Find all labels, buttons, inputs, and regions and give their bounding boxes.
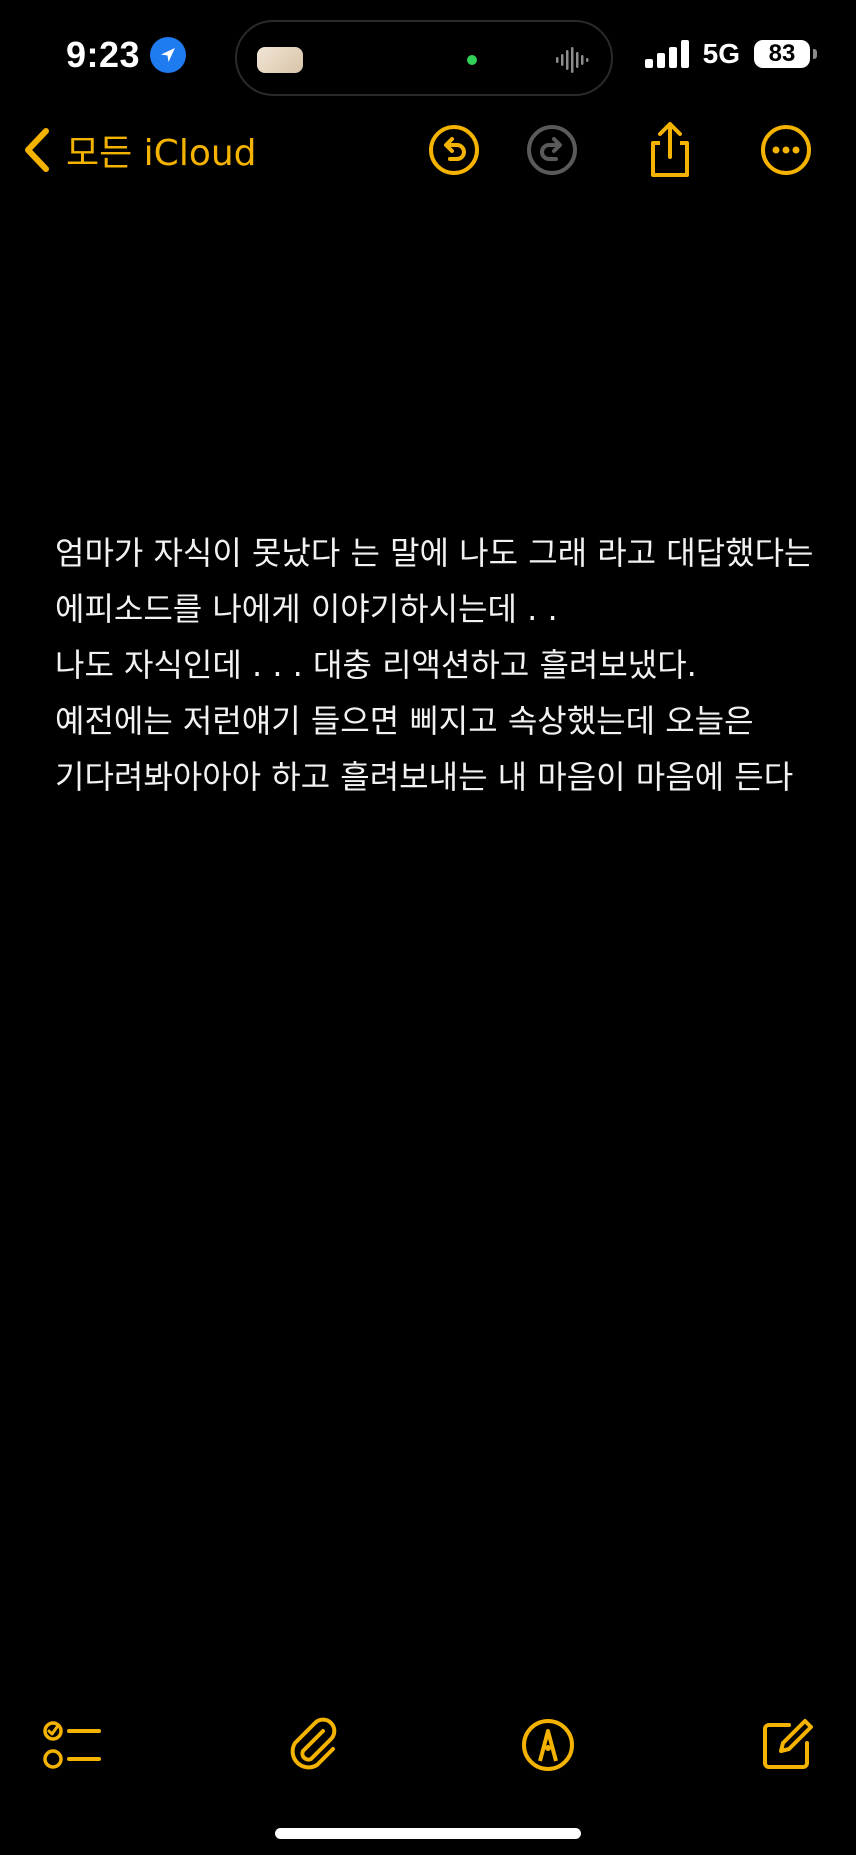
- time-group: 9:23: [66, 34, 187, 76]
- status-time: 9:23: [66, 34, 141, 75]
- battery-level: 83: [768, 40, 796, 67]
- compose-icon: [763, 1719, 813, 1769]
- waveform-icon: [556, 47, 589, 73]
- back-button[interactable]: 모든 iCloud: [22, 120, 257, 180]
- dynamic-island[interactable]: [235, 20, 613, 96]
- markup-icon: [522, 1719, 574, 1771]
- status-bar: 9:23 5G 83: [0, 0, 856, 110]
- battery-icon: 83: [754, 40, 817, 68]
- compose-button[interactable]: [752, 1710, 822, 1780]
- attachment-icon: [290, 1717, 337, 1770]
- nav-bar: 모든 iCloud: [0, 110, 856, 190]
- attachment-button[interactable]: [278, 1710, 348, 1780]
- redo-icon: [527, 125, 577, 175]
- location-arrow-icon: [150, 37, 187, 73]
- undo-button[interactable]: [424, 120, 484, 180]
- note-paragraph: 나도 자식인데 . . . 대충 리액션하고 흘려보냈다. 예전에는 저런얘기 …: [55, 646, 794, 796]
- status-indicators: 5G 83: [644, 38, 817, 70]
- note-paragraph: 엄마가 자식이 못났다 는 말에 나도 그래 라고 대답했다는 에피소드를 나에…: [55, 534, 814, 628]
- redo-button[interactable]: [522, 120, 582, 180]
- mic-indicator-dot: [467, 55, 477, 65]
- home-indicator[interactable]: [275, 1828, 581, 1839]
- markup-button[interactable]: [513, 1710, 583, 1780]
- now-playing-thumbnail: [257, 47, 303, 73]
- note-body[interactable]: 엄마가 자식이 못났다 는 말에 나도 그래 라고 대답했다는 에피소드를 나에…: [55, 525, 815, 805]
- back-label: 모든 iCloud: [66, 133, 257, 174]
- checklist-icon: [43, 1721, 101, 1769]
- bottom-toolbar: [0, 1710, 856, 1790]
- share-icon: [651, 122, 689, 177]
- battery-cap: [813, 49, 817, 59]
- more-icon: [761, 125, 811, 175]
- checklist-button[interactable]: [38, 1710, 108, 1780]
- undo-icon: [429, 125, 479, 175]
- network-type: 5G: [702, 38, 740, 69]
- cellular-signal-icon: [644, 40, 689, 68]
- more-button[interactable]: [756, 120, 816, 180]
- chevron-left-icon: [25, 128, 49, 172]
- share-button[interactable]: [640, 120, 700, 180]
